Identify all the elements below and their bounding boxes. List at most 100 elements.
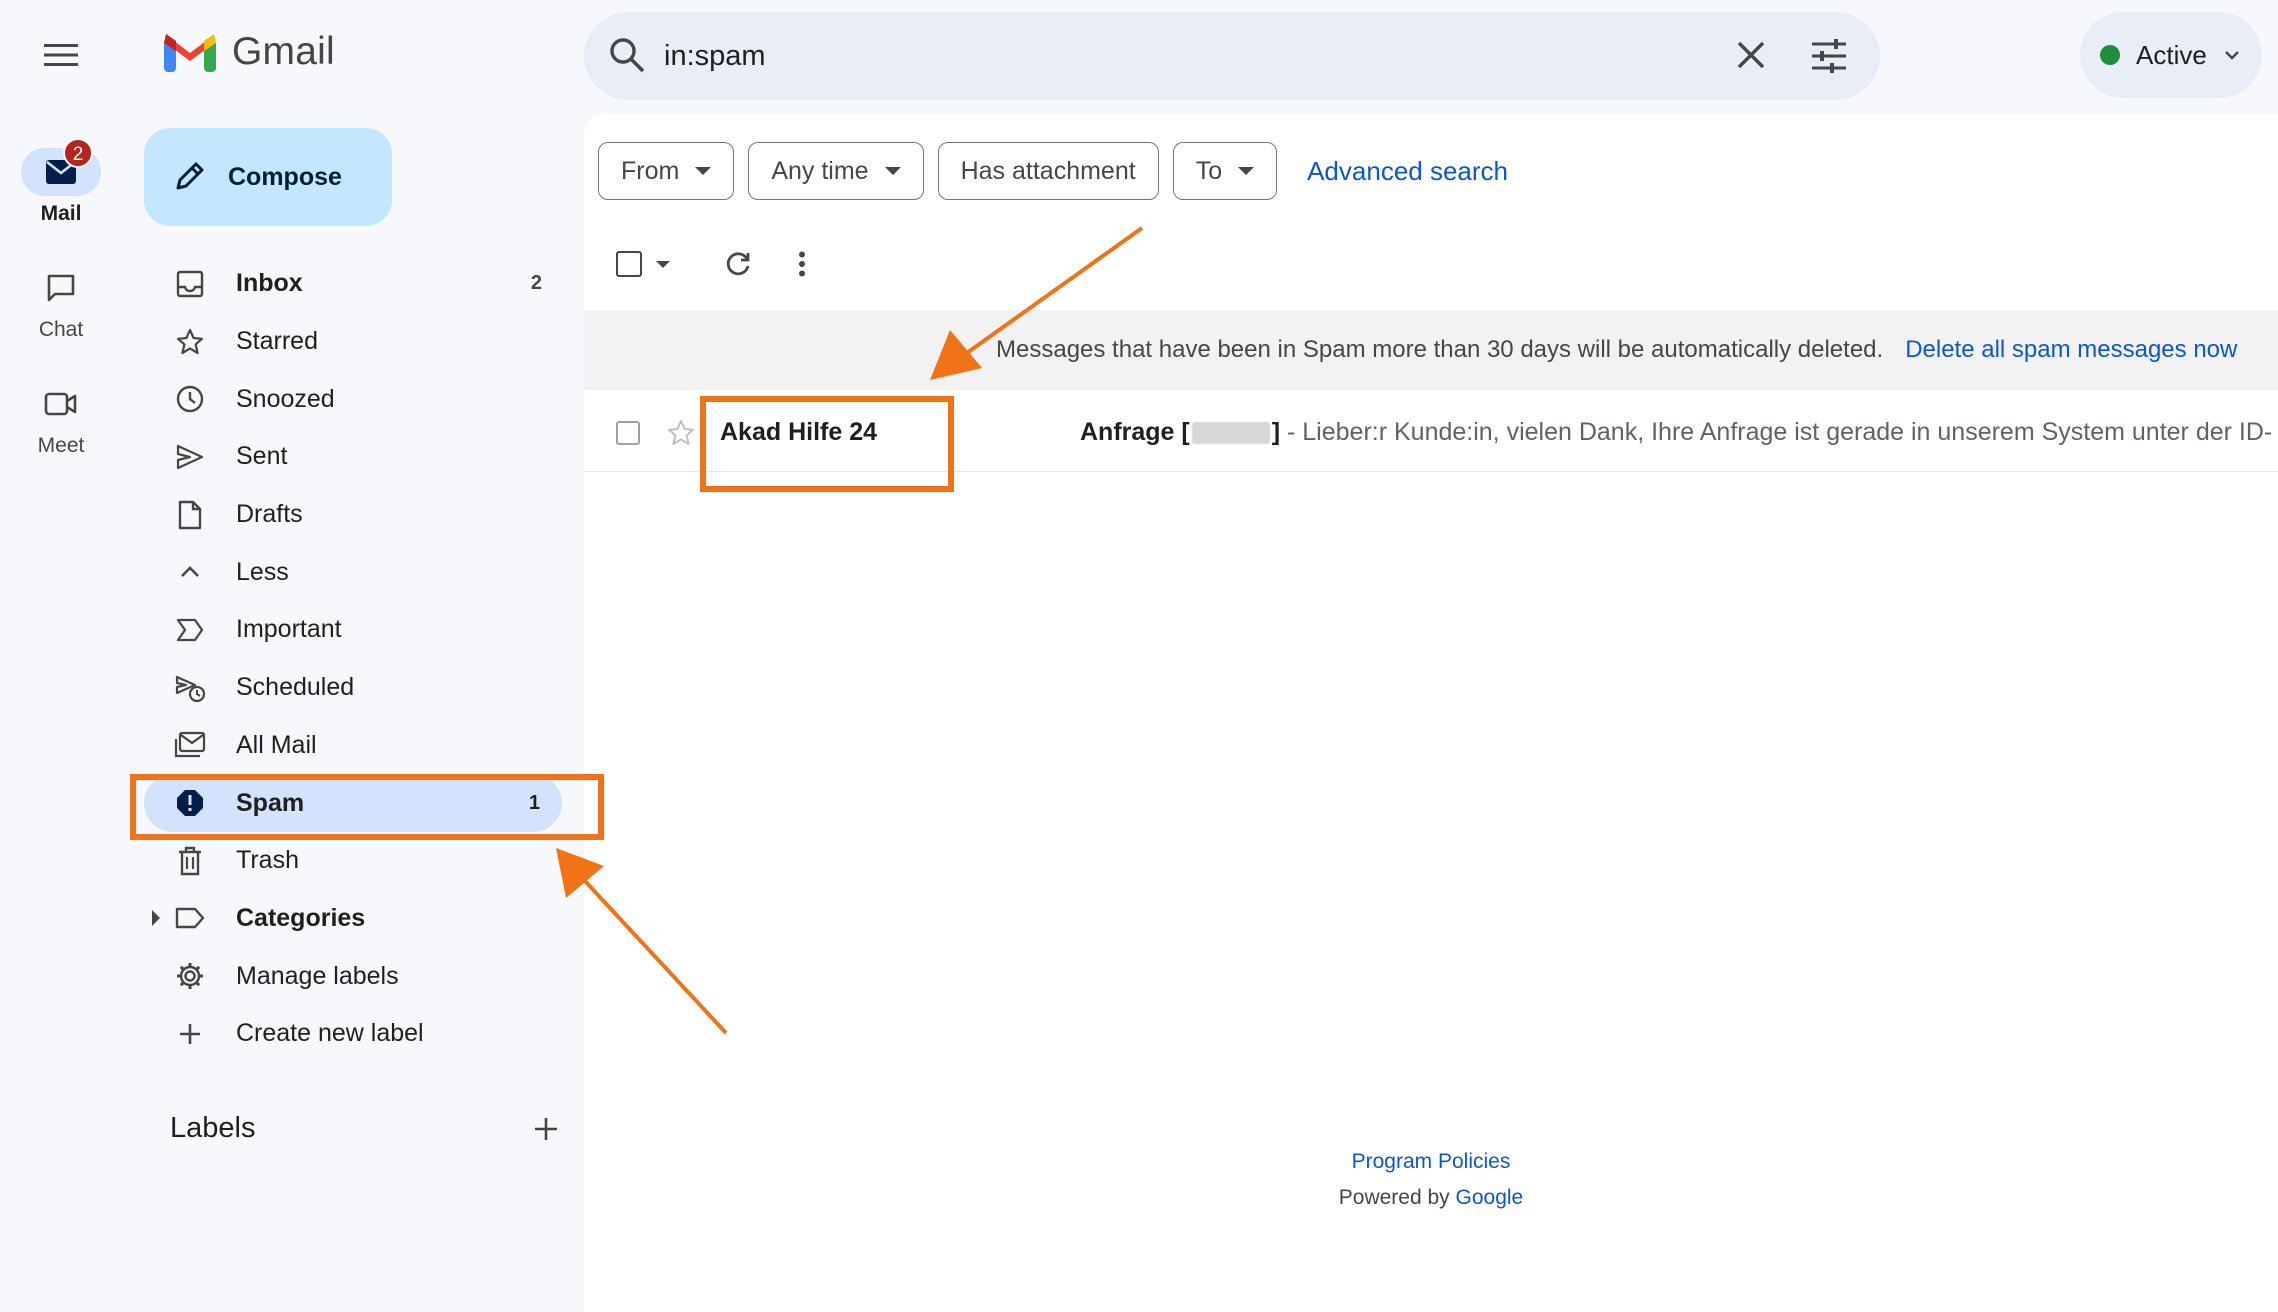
plus-icon (174, 1018, 206, 1050)
search-icon[interactable] (608, 36, 646, 74)
chip-from[interactable]: From (598, 142, 735, 200)
rail-item-mail[interactable]: 2 Mail (10, 138, 112, 226)
rail-pill-meet (21, 380, 101, 428)
google-link[interactable]: Google (1456, 1186, 1524, 1209)
message-subject-line: Anfrage [] - Lieber:r Kunde:in, vielen D… (1080, 418, 2272, 447)
nav-item-create-label[interactable]: Create new label (122, 1005, 562, 1063)
nav-item-categories[interactable]: Categories (122, 890, 562, 948)
search-input[interactable] (662, 12, 1662, 100)
rail-pill-mail: 2 (21, 138, 101, 196)
nav-label: Categories (236, 903, 366, 932)
rail-pill-chat (21, 264, 101, 312)
chevron-down-icon (2223, 49, 2241, 61)
rail-label-chat: Chat (38, 318, 84, 341)
main-menu-button[interactable] (38, 32, 84, 78)
add-label-button[interactable] (532, 1115, 560, 1143)
chip-to[interactable]: To (1172, 142, 1278, 200)
powered-by-text: Powered by (1338, 1186, 1456, 1209)
nav-item-sent[interactable]: Sent (122, 428, 562, 486)
nav-label: Less (236, 557, 289, 586)
rail-label-mail: Mail (40, 202, 82, 225)
list-toolbar (584, 234, 1084, 294)
advanced-search-link[interactable]: Advanced search (1307, 156, 1508, 187)
chat-icon (45, 272, 77, 304)
nav-label: All Mail (236, 730, 317, 759)
label-icon (174, 902, 206, 934)
nav-label: Create new label (236, 1019, 424, 1048)
nav-item-manage-labels[interactable]: Manage labels (122, 947, 562, 1005)
chip-label: Has attachment (960, 156, 1136, 185)
sidebar: Gmail Compose Inbox 2 Starred Snoozed Se… (122, 0, 582, 1312)
chip-label: Any time (771, 156, 869, 185)
labels-section-header: Labels (170, 1112, 560, 1145)
nav-item-trash[interactable]: Trash (122, 832, 562, 890)
spam-notice-text: Messages that have been in Spam more tha… (996, 336, 1884, 363)
nav-label: Starred (236, 327, 318, 356)
nav-item-snoozed[interactable]: Snoozed (122, 370, 562, 428)
nav-label: Sent (236, 442, 288, 471)
clear-search-icon[interactable] (1734, 38, 1768, 72)
nav-label: Manage labels (236, 961, 399, 990)
gear-icon (174, 960, 206, 992)
nav-label: Snoozed (236, 384, 335, 413)
rail-item-meet[interactable]: Meet (10, 380, 112, 458)
select-all-checkbox[interactable] (616, 234, 642, 294)
refresh-button[interactable] (724, 234, 752, 294)
gmail-logo[interactable]: Gmail (162, 30, 335, 74)
nav-item-important[interactable]: Important (122, 601, 562, 659)
pencil-icon (172, 160, 206, 194)
message-sender: Akad Hilfe 24 (720, 418, 878, 446)
status-selector[interactable]: Active (2080, 12, 2262, 98)
spam-notice-bar: Messages that have been in Spam more tha… (584, 310, 2278, 390)
star-toggle-icon[interactable] (666, 418, 696, 448)
more-options-button[interactable] (798, 234, 806, 294)
chip-any-time[interactable]: Any time (748, 142, 924, 200)
message-subject-suffix: ] (1271, 418, 1281, 446)
rail-label-meet: Meet (37, 434, 85, 457)
search-chips: From Any time Has attachment To Advanced… (598, 142, 1508, 200)
nav-item-all-mail[interactable]: All Mail (122, 717, 562, 775)
row-checkbox[interactable] (616, 420, 640, 445)
trash-icon (174, 845, 206, 877)
message-subject-prefix: Anfrage [ (1080, 418, 1190, 446)
program-policies-link[interactable]: Program Policies (1352, 1150, 1511, 1173)
nav-item-less[interactable]: Less (122, 543, 562, 601)
compose-label: Compose (228, 162, 342, 191)
refresh-icon (724, 250, 752, 278)
chip-has-attachment[interactable]: Has attachment (937, 142, 1159, 200)
footer-policies: Program Policies (584, 1150, 2278, 1174)
dropdown-arrow-icon (884, 167, 901, 175)
search-options-icon[interactable] (1810, 38, 1848, 74)
rail-item-chat[interactable]: Chat (10, 264, 112, 342)
search-bar (584, 12, 1880, 100)
main-panel: From Any time Has attachment To Advanced… (584, 114, 2278, 1312)
plus-icon (532, 1115, 560, 1143)
nav-label: Trash (236, 846, 299, 875)
nav-item-inbox[interactable]: Inbox 2 (122, 255, 562, 313)
status-dot (2100, 45, 2120, 65)
nav-label: Spam (236, 788, 305, 817)
nav-item-starred[interactable]: Starred (122, 313, 562, 371)
message-snippet: - Lieber:r Kunde:in, vielen Dank, Ihre A… (1280, 418, 2273, 446)
scheduled-icon (174, 672, 206, 704)
footer-powered: Powered by Google (584, 1186, 2278, 1210)
status-label: Active (2136, 39, 2207, 70)
expand-caret-icon[interactable] (152, 910, 160, 927)
nav-item-scheduled[interactable]: Scheduled (122, 659, 562, 717)
folder-nav: Inbox 2 Starred Snoozed Sent Drafts Less… (122, 255, 582, 1063)
gmail-wordmark: Gmail (232, 30, 335, 73)
app-rail: 2 Mail Chat Meet (0, 0, 122, 1312)
select-menu-button[interactable] (656, 234, 670, 294)
nav-item-spam[interactable]: Spam 1 (144, 774, 562, 832)
meet-icon (44, 390, 78, 418)
more-vert-icon (798, 251, 806, 277)
message-row[interactable]: Akad Hilfe 24 Anfrage [] - Lieber:r Kund… (584, 394, 2278, 472)
delete-all-spam-link[interactable]: Delete all spam messages now (1905, 336, 2237, 364)
nav-label: Inbox (236, 269, 303, 298)
labels-title: Labels (170, 1112, 256, 1144)
gmail-m-icon (162, 31, 218, 73)
redacted-block (1191, 422, 1270, 445)
compose-button[interactable]: Compose (144, 128, 392, 226)
chip-label: From (621, 156, 680, 185)
nav-item-drafts[interactable]: Drafts (122, 486, 562, 544)
